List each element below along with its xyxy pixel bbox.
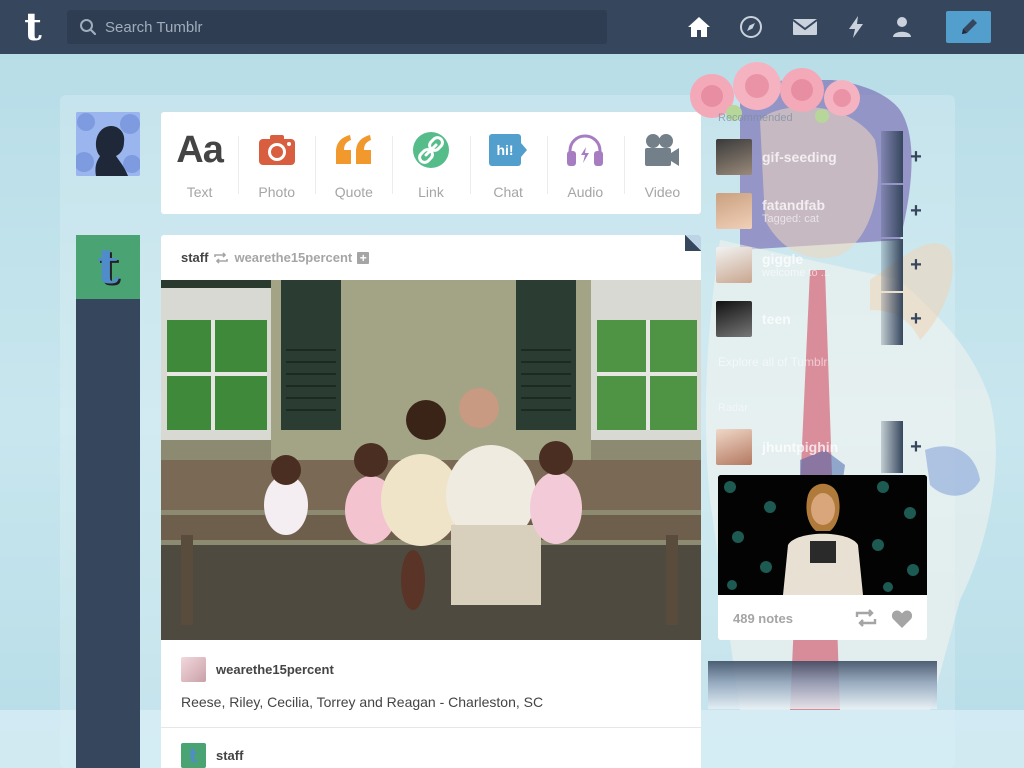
home-icon[interactable] xyxy=(686,14,712,40)
follow-plus-icon[interactable]: + xyxy=(904,253,928,277)
post-type-label: Link xyxy=(418,184,444,200)
camera-icon xyxy=(258,130,296,170)
explore-all-link[interactable]: Explore all of Tumblr xyxy=(718,355,827,369)
search-icon xyxy=(80,19,97,36)
blog-avatar[interactable] xyxy=(716,247,752,283)
post-type-chat[interactable]: hi! Chat xyxy=(469,112,547,214)
post-type-label: Audio xyxy=(567,184,604,200)
headphones-icon xyxy=(565,130,605,170)
radar-post-image[interactable] xyxy=(718,475,927,595)
blog-avatar[interactable] xyxy=(716,193,752,229)
post-type-quote[interactable]: Quote xyxy=(315,112,392,214)
row-shade xyxy=(881,239,903,291)
row-shade xyxy=(881,131,903,183)
blog-name[interactable]: gif-seeding xyxy=(762,149,882,165)
post-type-label: Photo xyxy=(258,184,295,200)
tumblr-logo-icon[interactable]: t xyxy=(17,7,49,47)
top-nav-bar: t xyxy=(0,0,1024,54)
radar-notes-count[interactable]: 489 notes xyxy=(733,611,793,626)
link-icon xyxy=(412,130,450,170)
recommended-blogs-heading: Recommended xyxy=(718,112,793,124)
activity-lightning-icon[interactable] xyxy=(843,14,869,40)
post-type-label: Text xyxy=(186,184,213,200)
account-person-icon[interactable] xyxy=(889,14,915,40)
dashboard-post: staff wearethe15percent + wearethe15perc… xyxy=(161,235,701,768)
blog-avatar[interactable] xyxy=(716,301,752,337)
chat-icon: hi! xyxy=(488,130,528,170)
post-divider xyxy=(161,727,701,728)
staff-mini-avatar[interactable]: t xyxy=(181,743,206,768)
radar-blog-item[interactable]: jhuntpighin + xyxy=(716,421,931,473)
next-post-source: t staff xyxy=(181,743,243,768)
post-type-selector: Aa Text Photo Quote Link hi! Chat Audio xyxy=(161,112,701,214)
follow-plus-icon[interactable]: + xyxy=(904,145,928,169)
post-author-link[interactable]: staff xyxy=(181,250,208,265)
blog-subtitle: welcome to ... xyxy=(762,267,830,279)
pencil-icon xyxy=(961,19,977,34)
radar-post-card[interactable]: 489 notes xyxy=(718,475,927,640)
blog-avatar[interactable] xyxy=(716,139,752,175)
post-photo[interactable] xyxy=(161,280,701,640)
post-type-audio[interactable]: Audio xyxy=(546,112,624,214)
post-header: staff wearethe15percent + xyxy=(161,235,701,280)
row-shade xyxy=(881,421,903,473)
radar-heading: Radar xyxy=(718,402,748,414)
video-camera-icon xyxy=(643,130,681,170)
post-avatar-column xyxy=(76,235,140,768)
recommended-blog-item[interactable]: teen + xyxy=(716,293,931,345)
post-type-label: Video xyxy=(644,184,681,200)
follow-plus-icon[interactable]: + xyxy=(904,199,928,223)
source-avatar[interactable] xyxy=(181,657,206,682)
svg-text:hi!: hi! xyxy=(497,142,514,158)
quote-icon xyxy=(334,130,374,170)
post-corner-fold-icon[interactable] xyxy=(685,235,701,251)
recommended-blog-item[interactable]: fatandfab Tagged: cat + xyxy=(716,185,931,237)
recommended-blog-item[interactable]: giggle welcome to ... + xyxy=(716,239,931,291)
radar-blog-avatar[interactable] xyxy=(716,429,752,465)
follow-plus-icon[interactable]: + xyxy=(904,435,928,459)
search-bar[interactable] xyxy=(67,10,607,44)
blog-name[interactable]: teen xyxy=(762,311,882,327)
post-type-text[interactable]: Aa Text xyxy=(161,112,238,214)
reblogged-from-link[interactable]: wearethe15percent xyxy=(234,250,352,265)
inbox-mail-icon[interactable] xyxy=(792,14,818,40)
search-input[interactable] xyxy=(105,18,585,36)
post-type-label: Chat xyxy=(493,184,523,200)
post-caption: Reese, Riley, Cecilia, Torrey and Reagan… xyxy=(181,694,544,710)
blog-name[interactable]: fatandfab xyxy=(762,197,882,213)
text-icon: Aa xyxy=(176,128,224,171)
compose-post-button[interactable] xyxy=(946,11,991,43)
post-type-label: Quote xyxy=(334,184,373,200)
like-heart-icon[interactable] xyxy=(891,609,913,629)
explore-compass-icon[interactable] xyxy=(738,14,764,40)
sidebar-bottom-art xyxy=(708,661,937,709)
recommended-blog-item[interactable]: gif-seeding + xyxy=(716,131,931,183)
follow-plus-button[interactable]: + xyxy=(357,251,370,264)
reblog-arrows-icon xyxy=(214,251,229,264)
reblog-icon[interactable] xyxy=(855,608,877,628)
blog-subtitle: Tagged: cat xyxy=(762,213,819,225)
blog-name[interactable]: giggle xyxy=(762,251,882,267)
post-type-link[interactable]: Link xyxy=(392,112,469,214)
follow-plus-icon[interactable]: + xyxy=(904,307,928,331)
source-blog-link[interactable]: wearethe15percent xyxy=(216,662,334,677)
radar-blog-name[interactable]: jhuntpighin xyxy=(762,439,882,455)
row-shade xyxy=(881,293,903,345)
row-shade xyxy=(881,185,903,237)
post-type-photo[interactable]: Photo xyxy=(238,112,315,214)
staff-blog-link[interactable]: staff xyxy=(216,748,243,763)
post-source: wearethe15percent xyxy=(181,657,334,682)
staff-avatar[interactable]: t xyxy=(76,235,140,299)
my-blog-avatar[interactable] xyxy=(76,112,140,176)
